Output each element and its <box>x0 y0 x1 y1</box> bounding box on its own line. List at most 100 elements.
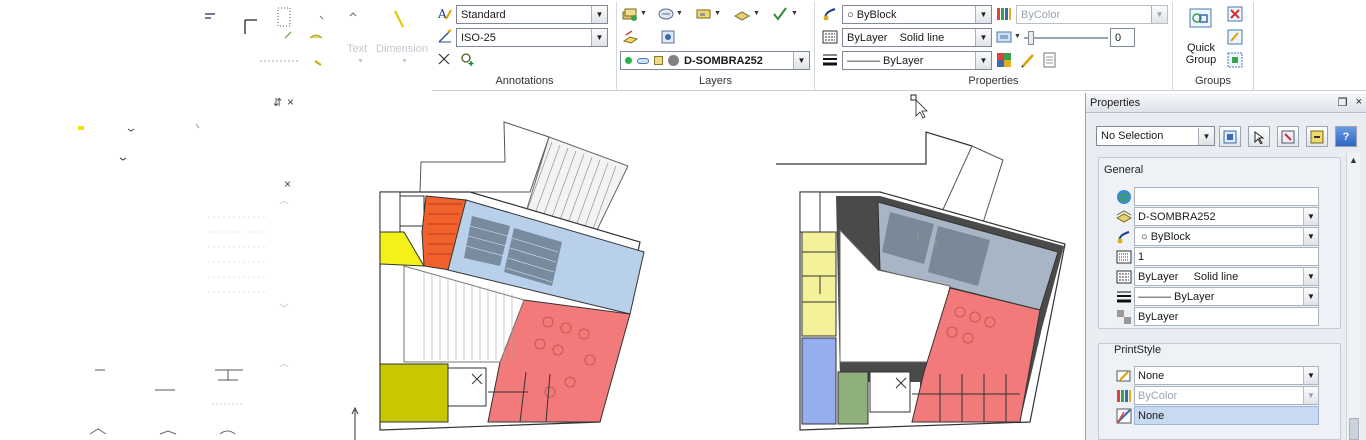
lineweight-combo[interactable]: ——— ByLayer ▼ <box>842 51 992 70</box>
printstyle-row-2[interactable]: None <box>1134 406 1319 425</box>
chevron-down-icon[interactable]: ▼ <box>1303 288 1318 305</box>
right-stairs <box>799 191 821 233</box>
quick-select-button[interactable] <box>1277 126 1299 147</box>
scroll-thumb[interactable] <box>1349 418 1359 440</box>
plan-right-top-line <box>776 131 973 165</box>
close-icon[interactable]: × <box>1356 96 1362 109</box>
layer-on-icon[interactable] <box>625 57 632 64</box>
transparency-icon <box>1116 309 1132 325</box>
match-properties-icon[interactable] <box>822 6 838 22</box>
layer-previous-icon[interactable] <box>660 29 676 45</box>
chevron-down-icon[interactable]: ▼ <box>975 29 991 46</box>
layer-walk-dropdown[interactable]: ▼ <box>714 10 721 17</box>
pin-icon[interactable]: ❐ <box>1338 96 1348 109</box>
layer-color-icon[interactable] <box>996 52 1012 68</box>
layer-properties-dropdown[interactable]: ▼ <box>640 10 647 17</box>
ribbon-bottom-border <box>432 90 1366 91</box>
dimension-tool-label[interactable]: Dimension <box>376 43 428 55</box>
layer-isolate-dropdown[interactable]: ▼ <box>753 10 760 17</box>
toggle-pickadd-button[interactable] <box>1219 126 1241 147</box>
general-row-2[interactable]: ○ ByBlock ▼ <box>1134 227 1319 246</box>
table-add-icon[interactable] <box>459 51 475 67</box>
layer-icon <box>1116 209 1132 225</box>
transparency-value-field[interactable]: 0 <box>1110 28 1135 47</box>
list-icon[interactable] <box>1042 52 1058 68</box>
chevron-down-icon[interactable]: ▼ <box>1303 387 1318 404</box>
chevron-down-icon[interactable]: ▼ <box>1151 6 1167 23</box>
current-layer-combo[interactable]: D-SOMBRA252 ▼ <box>620 51 810 70</box>
transparency-icon[interactable] <box>996 29 1012 45</box>
help-button[interactable]: ? <box>1335 126 1357 147</box>
quick-group-label-line1: Quick <box>1186 42 1216 54</box>
chevron-down-icon[interactable]: ▼ <box>975 6 991 23</box>
properties-palette-title-bar[interactable]: Properties ❐ × <box>1086 93 1366 113</box>
text-dropdown-arrow[interactable]: ▼ <box>357 58 364 65</box>
draw-tools-faded <box>200 6 430 76</box>
select-objects-icon <box>1254 130 1265 144</box>
chevron-down-icon[interactable]: ▼ <box>975 52 991 69</box>
general-group-title[interactable]: General <box>1104 164 1143 176</box>
general-row-1[interactable]: D-SOMBRA252 ▼ <box>1134 207 1319 226</box>
color-combo[interactable]: ○ ByBlock ▼ <box>842 5 992 24</box>
group-edit-icon[interactable] <box>1227 29 1243 45</box>
leader-icon[interactable] <box>437 51 453 67</box>
left-palette-faded-content <box>78 123 289 435</box>
plan-left-stairs <box>379 191 401 233</box>
chevron-down-icon[interactable]: ▼ <box>1303 228 1318 245</box>
layer-state-icon[interactable] <box>658 6 674 22</box>
chevron-down-icon[interactable]: ▼ <box>1303 367 1318 384</box>
chevron-down-icon[interactable]: ▼ <box>591 6 607 23</box>
chevron-down-icon[interactable]: ▼ <box>1198 127 1214 145</box>
printstyle-row-value: None <box>1138 409 1165 422</box>
transparency-slider-thumb[interactable] <box>1028 31 1034 45</box>
text-tool-label[interactable]: Text <box>347 43 367 55</box>
toggle-display-button[interactable] <box>1306 126 1328 147</box>
select-objects-button[interactable] <box>1248 126 1270 147</box>
transparency-slider[interactable] <box>1024 31 1108 45</box>
printstyle-row-0[interactable]: None ▼ <box>1134 366 1319 385</box>
scroll-up-icon[interactable]: ▲ <box>1349 155 1358 165</box>
scale-icon <box>1116 249 1132 265</box>
layer-walk-icon[interactable] <box>696 6 712 22</box>
general-row-5[interactable]: ——— ByLayer ▼ <box>1134 287 1319 306</box>
quick-group-button[interactable]: Quick Group <box>1180 4 1222 70</box>
general-row-6[interactable]: ByLayer <box>1134 307 1319 326</box>
drawing-canvas[interactable] <box>300 92 1085 440</box>
printstyle-row-1[interactable]: ByColor ▼ <box>1134 386 1319 405</box>
chevron-down-icon[interactable]: ▼ <box>591 29 607 46</box>
layer-state-dropdown[interactable]: ▼ <box>676 10 683 17</box>
ungroup-icon[interactable] <box>1227 6 1243 22</box>
general-row-0[interactable] <box>1134 187 1319 206</box>
linetype-combo[interactable]: ByLayer Solid line ▼ <box>842 28 992 47</box>
pickadd-icon <box>1223 130 1237 143</box>
printstyle-group-title[interactable]: PrintStyle <box>1114 344 1161 356</box>
general-row-4[interactable]: ByLayer Solid line ▼ <box>1134 267 1319 286</box>
selection-combo[interactable]: No Selection ▼ <box>1096 126 1215 146</box>
pencil-icon[interactable] <box>1020 52 1036 68</box>
chevron-down-icon[interactable]: ▼ <box>1303 268 1318 285</box>
chevron-down-icon[interactable]: ▼ <box>1303 208 1318 225</box>
layer-lock-icon[interactable] <box>654 56 663 65</box>
layer-properties-icon[interactable] <box>622 6 638 22</box>
palette-scrollbar[interactable]: ▲ <box>1346 153 1360 440</box>
layer-freeze-icon[interactable] <box>637 57 649 64</box>
checkmark-dropdown[interactable]: ▼ <box>791 10 798 17</box>
layer-isolate-icon[interactable] <box>734 6 750 22</box>
checkmark-icon[interactable] <box>772 6 788 22</box>
group-select-icon[interactable] <box>1227 52 1243 68</box>
lineweight-icon[interactable] <box>822 52 838 68</box>
transparency-dropdown[interactable]: ▼ <box>1014 33 1021 40</box>
chevron-down-icon[interactable]: ▼ <box>793 52 809 69</box>
plot-style-combo[interactable]: ByColor ▼ <box>1016 5 1168 24</box>
match-layer-icon[interactable] <box>622 29 638 45</box>
general-row-3[interactable]: 1 <box>1134 247 1319 266</box>
linetype-icon[interactable] <box>822 29 838 45</box>
text-style-icon[interactable]: A <box>437 6 453 22</box>
plot-style-icon[interactable] <box>996 6 1012 22</box>
dimension-dropdown-arrow[interactable]: ▼ <box>401 58 408 65</box>
properties-palette-title: Properties <box>1090 96 1141 109</box>
dim-style-combo[interactable]: ISO-25 ▼ <box>456 28 608 47</box>
text-style-combo[interactable]: Standard ▼ <box>456 5 608 24</box>
selection-value: No Selection <box>1101 130 1164 142</box>
dim-style-icon[interactable] <box>437 28 453 44</box>
